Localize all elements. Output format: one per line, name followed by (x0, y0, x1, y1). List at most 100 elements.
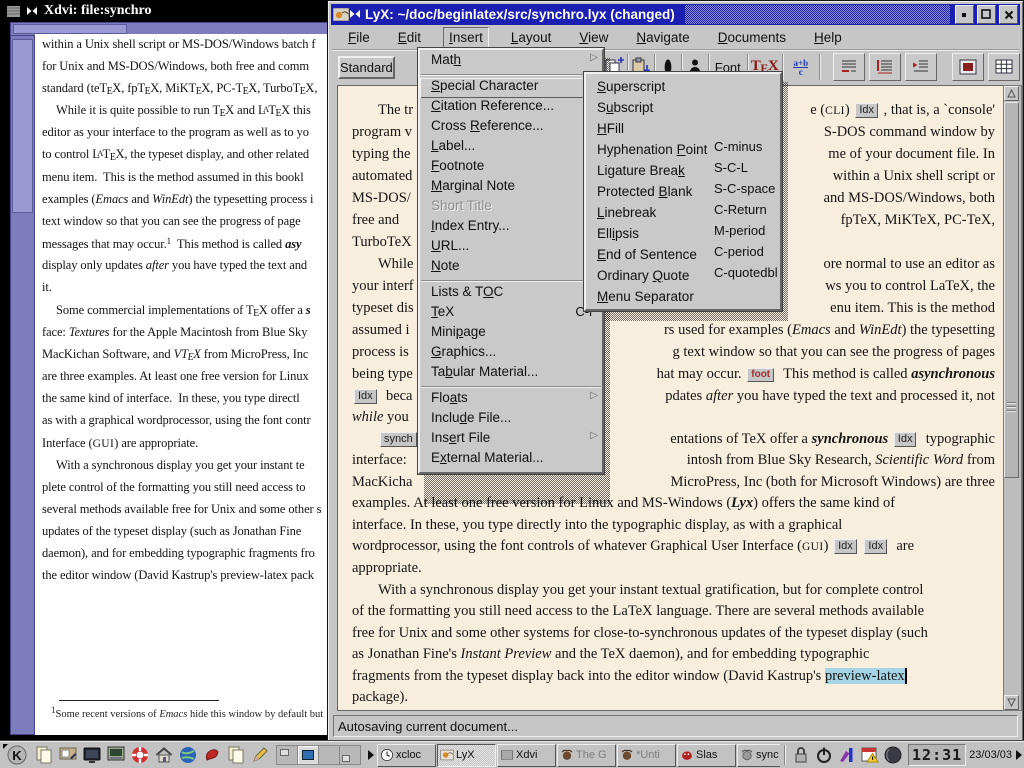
menu-item-subscript[interactable]: Subscript (586, 97, 780, 118)
launcher-editor-pen[interactable] (248, 743, 272, 767)
menu-item-label[interactable]: Label... (420, 138, 602, 158)
tray-paint[interactable] (835, 744, 858, 767)
menubar-item-file[interactable]: File (342, 27, 376, 48)
menubar-item-insert[interactable]: Insert (443, 27, 489, 48)
menu-item-floats[interactable]: Floats▷ (420, 390, 602, 410)
tray-moon[interactable] (881, 744, 904, 767)
scroll-down-button[interactable] (1004, 695, 1019, 710)
index-inset-button[interactable]: Idx (894, 432, 917, 447)
scrollbar-thumb[interactable] (1004, 102, 1019, 478)
menu-item-tex[interactable]: TeXC-l (420, 304, 602, 324)
task-button-sync[interactable]: sync (737, 744, 780, 767)
menu-item-external-material[interactable]: External Material... (420, 450, 602, 470)
tray-calendar-alarm[interactable] (858, 744, 881, 767)
menu-item-url[interactable]: URL... (420, 238, 602, 258)
menu-item-hfill[interactable]: HFill (586, 118, 780, 139)
task-button-xcloc[interactable]: xcloc (377, 744, 436, 767)
pager-desktop-4[interactable] (340, 746, 360, 764)
xdvi-titlebar[interactable]: Xdvi: file:synchro (2, 1, 328, 21)
launcher-window-list[interactable] (32, 743, 56, 767)
text-segment: plete control of the formatting you stil… (42, 480, 305, 494)
menu-item-cross-reference[interactable]: Cross Reference... (420, 118, 602, 138)
task-button-slas[interactable]: Slas (677, 744, 736, 767)
menu-item-lists-toc[interactable]: Lists & TOC (420, 284, 602, 304)
menu-item-insert-file[interactable]: Insert File▷ (420, 430, 602, 450)
lyx-vertical-scrollbar[interactable] (1003, 85, 1022, 711)
menu-item-ligature-break[interactable]: Ligature BreakS-C-L (586, 160, 780, 181)
menubar-item-documents[interactable]: Documents (712, 27, 792, 48)
menu-item-end-of-sentence[interactable]: End of SentenceC-period (586, 244, 780, 265)
index-inset-button[interactable]: Idx (354, 389, 377, 404)
menu-item-ordinary-quote[interactable]: Ordinary QuoteC-quotedbl (586, 265, 780, 286)
menu-item-special-character[interactable]: Special Character (420, 78, 602, 98)
menu-item-footnote[interactable]: Footnote (420, 158, 602, 178)
xdvi-vertical-scrollbar[interactable] (10, 35, 35, 735)
clock-time[interactable]: 12:31 (908, 744, 966, 766)
menubar-item-edit[interactable]: Edit (392, 27, 427, 48)
menu-item-citation-reference[interactable]: Citation Reference... (420, 98, 602, 118)
lyx-titlebar[interactable]: LyX: ~/doc/beginlatex/src/synchro.lyx (c… (331, 4, 1020, 25)
menu-item-graphics[interactable]: Graphics... (420, 344, 602, 364)
k-menu-button[interactable]: K (2, 743, 32, 767)
task-button-the-g[interactable]: The G (557, 744, 616, 767)
xdvi-vscroll-thumb[interactable] (12, 39, 33, 213)
menu-item-include-file[interactable]: Include File... (420, 410, 602, 430)
launcher-documents[interactable] (224, 743, 248, 767)
desktop-pager[interactable] (276, 745, 361, 765)
menubar-item-help[interactable]: Help (808, 27, 848, 48)
text-segment: fragments from the typeset display back … (352, 668, 825, 684)
insert-figure-button[interactable] (952, 53, 984, 81)
menu-item-superscript[interactable]: Superscript (586, 76, 780, 97)
insert-table-button[interactable] (988, 53, 1020, 81)
launcher-red-app[interactable] (200, 743, 224, 767)
pager-desktop-1[interactable] (277, 746, 298, 764)
launcher-desktop[interactable] (56, 743, 80, 767)
taskbar-scroll-arrow[interactable] (368, 750, 374, 760)
menu-item-minipage[interactable]: Minipage (420, 324, 602, 344)
para-depth-2-button[interactable] (869, 53, 901, 81)
menu-item-index-entry[interactable]: Index Entry... (420, 218, 602, 238)
menu-item-marginal-note[interactable]: Marginal Note (420, 178, 602, 198)
math-fraction-button[interactable]: a+bc (783, 54, 820, 80)
paragraph-style-combo[interactable]: Standard (338, 56, 395, 79)
xdvi-hscroll-thumb[interactable] (13, 24, 127, 34)
para-depth-1-button[interactable] (833, 53, 865, 81)
menu-item-note[interactable]: Note (420, 258, 602, 278)
index-inset-button[interactable]: synch (380, 432, 417, 447)
selected-text[interactable]: preview-latex (825, 668, 907, 684)
index-inset-button[interactable]: Idx (864, 539, 887, 554)
launcher-home-folder[interactable] (152, 743, 176, 767)
index-inset-button[interactable]: Idx (834, 539, 857, 554)
menu-item-short-title[interactable]: Short Title (420, 198, 602, 218)
menu-item-hyphenation-point[interactable]: Hyphenation PointC-minus (586, 139, 780, 160)
index-inset-button[interactable]: Idx (855, 103, 878, 118)
scroll-up-button[interactable] (1004, 86, 1019, 101)
tray-power[interactable] (812, 744, 835, 767)
launcher-monitor[interactable] (80, 743, 104, 767)
tray-lock[interactable] (789, 744, 812, 767)
launcher-globe-browser[interactable] (176, 743, 200, 767)
menu-item-protected-blank[interactable]: Protected BlankS-C-space (586, 181, 780, 202)
launcher-konsole[interactable] (104, 743, 128, 767)
menu-item-linebreak[interactable]: LinebreakC-Return (586, 202, 780, 223)
clock-date[interactable]: 23/03/03 (969, 749, 1012, 761)
menu-item-ellipsis[interactable]: EllipsisM-period (586, 223, 780, 244)
iconify-button[interactable] (955, 5, 974, 24)
menu-item-tabular-material[interactable]: Tabular Material... (420, 364, 602, 384)
footnote-inset-button[interactable]: foot (747, 368, 774, 382)
task-button-xdvi[interactable]: Xdvi (497, 744, 556, 767)
menubar-item-layout[interactable]: Layout (505, 27, 558, 48)
panel-hide-arrow[interactable] (1016, 750, 1022, 760)
menubar-item-view[interactable]: View (573, 27, 614, 48)
maximize-button[interactable] (977, 5, 996, 24)
close-button[interactable] (999, 5, 1018, 24)
menu-item-menu-separator[interactable]: Menu Separator (586, 286, 780, 307)
menu-item-math[interactable]: Math▷ (420, 52, 602, 72)
pager-desktop-3[interactable] (319, 746, 340, 764)
pager-desktop-2[interactable] (298, 746, 319, 764)
task-button-unti[interactable]: *Unti (617, 744, 676, 767)
task-button-lyx[interactable]: LyX (437, 744, 496, 767)
para-depth-3-button[interactable] (905, 53, 937, 81)
menubar-item-navigate[interactable]: Navigate (630, 27, 695, 48)
launcher-help-lifebuoy[interactable] (128, 743, 152, 767)
